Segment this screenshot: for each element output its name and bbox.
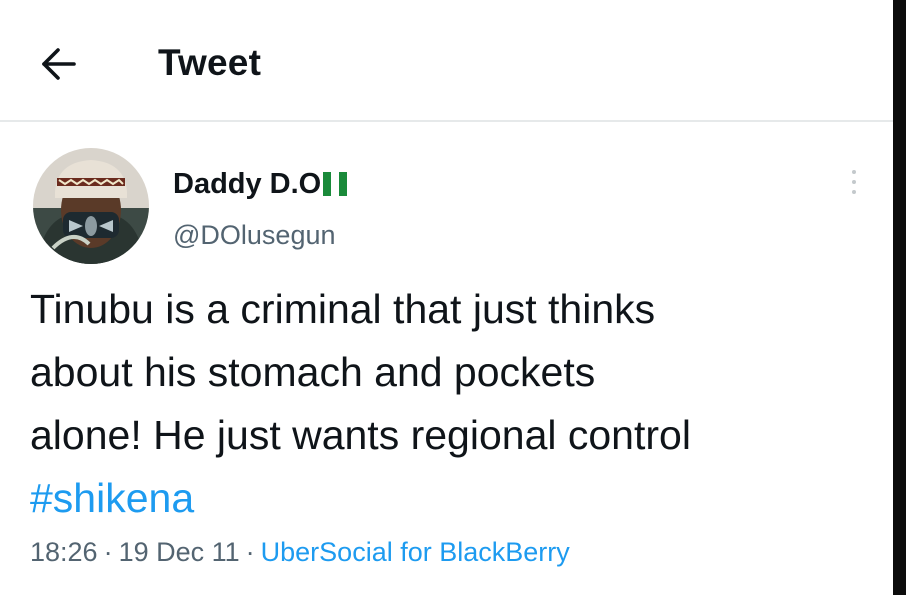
meta-separator: ·: [245, 537, 255, 567]
page-header: Tweet: [0, 0, 893, 122]
tweet-time[interactable]: 18:26: [30, 537, 98, 567]
tweet-text-line: alone! He just wants regional control: [30, 412, 691, 458]
page-title: Tweet: [158, 42, 262, 83]
tweet-date[interactable]: 19 Dec 11: [119, 537, 240, 567]
author-handle[interactable]: @DOlusegun: [173, 220, 336, 251]
more-options-button[interactable]: [840, 164, 868, 204]
author-display-name: Daddy D.O: [173, 168, 322, 200]
meta-separator: ·: [103, 537, 113, 567]
nigeria-flag-icon: [323, 171, 348, 204]
tweet-text: Tinubu is a criminal that just thinks ab…: [30, 278, 880, 530]
author-name[interactable]: Daddy D.O: [173, 168, 348, 204]
more-vertical-icon: [840, 170, 868, 194]
hashtag-link[interactable]: #shikena: [30, 467, 880, 530]
tweet-text-line: Tinubu is a criminal that just thinks: [30, 286, 656, 332]
tweet-text-line: about his stomach and pockets: [30, 349, 596, 395]
avatar[interactable]: [33, 148, 149, 264]
tweet-source-link[interactable]: UberSocial for BlackBerry: [261, 537, 570, 567]
tweet-metadata: 18:26 · 19 Dec 11 · UberSocial for BlackBerr…: [30, 537, 570, 568]
tweet-page: Tweet Daddy D.O @DOlusegun Tinubu is a c…: [0, 0, 906, 595]
back-button[interactable]: [36, 44, 80, 84]
arrow-left-icon: [42, 48, 76, 80]
avatar-image: [33, 148, 149, 264]
